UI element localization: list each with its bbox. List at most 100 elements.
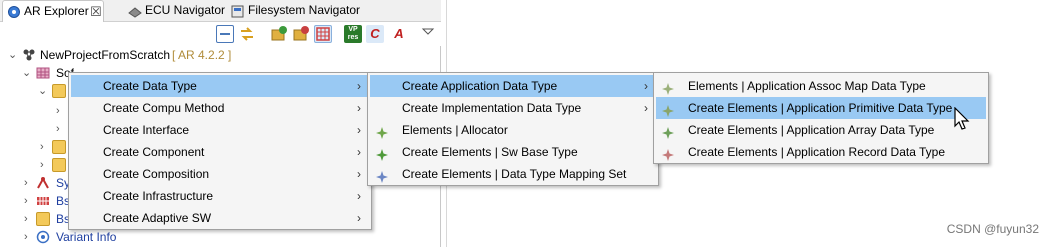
element-diamond-icon bbox=[662, 80, 674, 95]
a-filter-label: A bbox=[394, 26, 404, 41]
chevron-right-icon[interactable]: › bbox=[40, 156, 44, 174]
menu-item-allocator[interactable]: Elements | Allocator bbox=[370, 119, 656, 141]
system-icon bbox=[36, 176, 50, 190]
chevron-right-icon: › bbox=[644, 79, 648, 93]
element-diamond-icon bbox=[376, 168, 388, 183]
element-diamond-icon bbox=[662, 124, 674, 139]
submenu-application-data-type: Elements | Application Assoc Map Data Ty… bbox=[653, 72, 989, 164]
tree-row-child[interactable]: › bbox=[0, 102, 70, 120]
tree-row-variant-info[interactable]: › Variant Info bbox=[0, 228, 140, 246]
menu-item-label: Create Implementation Data Type bbox=[402, 101, 582, 115]
vp-res-label: VP res bbox=[347, 26, 359, 41]
menu-item-label: Create Elements | Data Type Mapping Set bbox=[402, 167, 627, 181]
tree-row-bs[interactable]: › Bs bbox=[0, 210, 70, 228]
menu-item-label: Create Interface bbox=[103, 123, 190, 137]
chevron-right-icon[interactable]: › bbox=[56, 102, 60, 120]
chevron-right-icon[interactable]: › bbox=[56, 120, 60, 138]
chevron-right-icon: › bbox=[357, 101, 361, 115]
element-diamond-icon bbox=[662, 102, 674, 117]
chevron-right-icon: › bbox=[644, 101, 648, 115]
context-menu: Create Data Type › Create Compu Method ›… bbox=[68, 72, 372, 230]
collapse-all-icon[interactable] bbox=[216, 25, 234, 43]
watermark: CSDN @fuyun32 bbox=[946, 222, 1039, 236]
chevron-right-icon[interactable]: › bbox=[24, 174, 28, 192]
menu-item-create-implementation-data-type[interactable]: Create Implementation Data Type › bbox=[370, 97, 656, 119]
menu-item-label: Create Compu Method bbox=[103, 101, 225, 115]
add-package-icon[interactable] bbox=[270, 25, 288, 43]
project-icon bbox=[22, 48, 36, 62]
folder-icon bbox=[36, 212, 50, 226]
chevron-right-icon[interactable]: › bbox=[40, 138, 44, 156]
submenu-data-type: Create Application Data Type › Create Im… bbox=[367, 72, 659, 186]
tree-row-folder[interactable]: ⌄ bbox=[0, 82, 70, 100]
menu-item-application-assoc-map-data-type[interactable]: Elements | Application Assoc Map Data Ty… bbox=[656, 75, 986, 97]
tab-filesystem-navigator[interactable]: Filesystem Navigator bbox=[229, 0, 369, 22]
menu-item-create-compu-method[interactable]: Create Compu Method › bbox=[71, 97, 369, 119]
vp-res-icon[interactable]: VP res bbox=[344, 25, 362, 43]
filesystem-navigator-icon bbox=[231, 4, 245, 18]
c-filter-icon[interactable]: C bbox=[366, 25, 384, 43]
menu-item-create-application-data-type[interactable]: Create Application Data Type › bbox=[370, 75, 656, 97]
menu-item-application-record-data-type[interactable]: Create Elements | Application Record Dat… bbox=[656, 141, 986, 163]
chevron-right-icon[interactable]: › bbox=[24, 192, 28, 210]
chevron-right-icon: › bbox=[357, 123, 361, 137]
link-editor-icon[interactable] bbox=[238, 25, 256, 43]
view-toolbar: VP res C A bbox=[0, 22, 441, 46]
menu-item-create-interface[interactable]: Create Interface › bbox=[71, 119, 369, 141]
a-filter-icon[interactable]: A bbox=[390, 25, 408, 43]
tree-row-folder[interactable]: › bbox=[0, 138, 70, 156]
tab-label: Filesystem Navigator bbox=[248, 3, 361, 17]
tree-row-sy[interactable]: › Sy bbox=[0, 174, 70, 192]
close-icon[interactable]: ☒ bbox=[90, 1, 102, 22]
element-diamond-icon bbox=[662, 146, 674, 161]
tree-row-child[interactable]: › bbox=[0, 120, 70, 138]
menu-item-label: Elements | Application Assoc Map Data Ty… bbox=[688, 79, 926, 93]
element-diamond-icon bbox=[376, 124, 388, 139]
chevron-right-icon[interactable]: › bbox=[24, 210, 28, 228]
grid-icon[interactable] bbox=[314, 25, 332, 43]
menu-item-label: Create Adaptive SW bbox=[103, 211, 212, 225]
menu-item-label: Create Component bbox=[103, 145, 205, 159]
software-icon bbox=[36, 66, 50, 80]
chevron-down-icon[interactable]: ⌄ bbox=[38, 82, 47, 100]
menu-item-sw-base-type[interactable]: Create Elements | Sw Base Type bbox=[370, 141, 656, 163]
menu-item-label: Create Elements | Application Record Dat… bbox=[688, 145, 946, 159]
menu-item-create-component[interactable]: Create Component › bbox=[71, 141, 369, 163]
menu-item-application-array-data-type[interactable]: Create Elements | Application Array Data… bbox=[656, 119, 986, 141]
tree-row-project[interactable]: ⌄ NewProjectFromScratch [ AR 4.2.2 ] bbox=[0, 46, 441, 64]
menu-item-data-type-mapping-set[interactable]: Create Elements | Data Type Mapping Set bbox=[370, 163, 656, 185]
mouse-cursor-icon bbox=[953, 106, 971, 131]
tab-ecu-navigator[interactable]: ECU Navigator bbox=[125, 0, 225, 22]
add-element-icon[interactable] bbox=[292, 25, 310, 43]
tree-row-bs[interactable]: › Bs bbox=[0, 192, 70, 210]
bsw-icon bbox=[36, 194, 50, 208]
ecu-navigator-icon bbox=[128, 4, 142, 18]
element-diamond-icon bbox=[376, 146, 388, 161]
view-tab-bar: AR Explorer ☒ ECU Navigator Filesystem N… bbox=[0, 0, 441, 22]
project-name: NewProjectFromScratch bbox=[40, 48, 171, 62]
menu-item-create-composition[interactable]: Create Composition › bbox=[71, 163, 369, 185]
tab-ar-explorer[interactable]: AR Explorer ☒ bbox=[2, 0, 104, 22]
menu-item-create-data-type[interactable]: Create Data Type › bbox=[71, 75, 369, 97]
c-filter-label: C bbox=[370, 26, 380, 41]
tree-row-folder[interactable]: › bbox=[0, 156, 70, 174]
chevron-right-icon[interactable]: › bbox=[24, 228, 28, 246]
menu-item-create-infrastructure[interactable]: Create Infrastructure › bbox=[71, 185, 369, 207]
chevron-right-icon: › bbox=[357, 79, 361, 93]
menu-item-label: Create Composition bbox=[103, 167, 210, 181]
variant-info-icon bbox=[36, 230, 50, 244]
folder-icon bbox=[52, 140, 66, 154]
menu-item-create-adaptive-sw[interactable]: Create Adaptive SW › bbox=[71, 207, 369, 229]
chevron-down-icon[interactable]: ⌄ bbox=[22, 64, 31, 82]
menu-item-label: Create Application Data Type bbox=[402, 79, 558, 93]
menu-item-application-primitive-data-type[interactable]: Create Elements | Application Primitive … bbox=[656, 97, 986, 119]
menu-item-label: Create Elements | Sw Base Type bbox=[402, 145, 578, 159]
tab-label: ECU Navigator bbox=[145, 3, 226, 17]
project-version: [ AR 4.2.2 ] bbox=[172, 48, 232, 62]
chevron-right-icon: › bbox=[357, 145, 361, 159]
chevron-down-icon[interactable]: ⌄ bbox=[8, 46, 17, 64]
menu-item-label: Elements | Allocator bbox=[402, 123, 508, 137]
view-menu-icon[interactable] bbox=[419, 25, 437, 43]
menu-item-label: Create Data Type bbox=[103, 79, 197, 93]
folder-icon bbox=[52, 158, 66, 172]
